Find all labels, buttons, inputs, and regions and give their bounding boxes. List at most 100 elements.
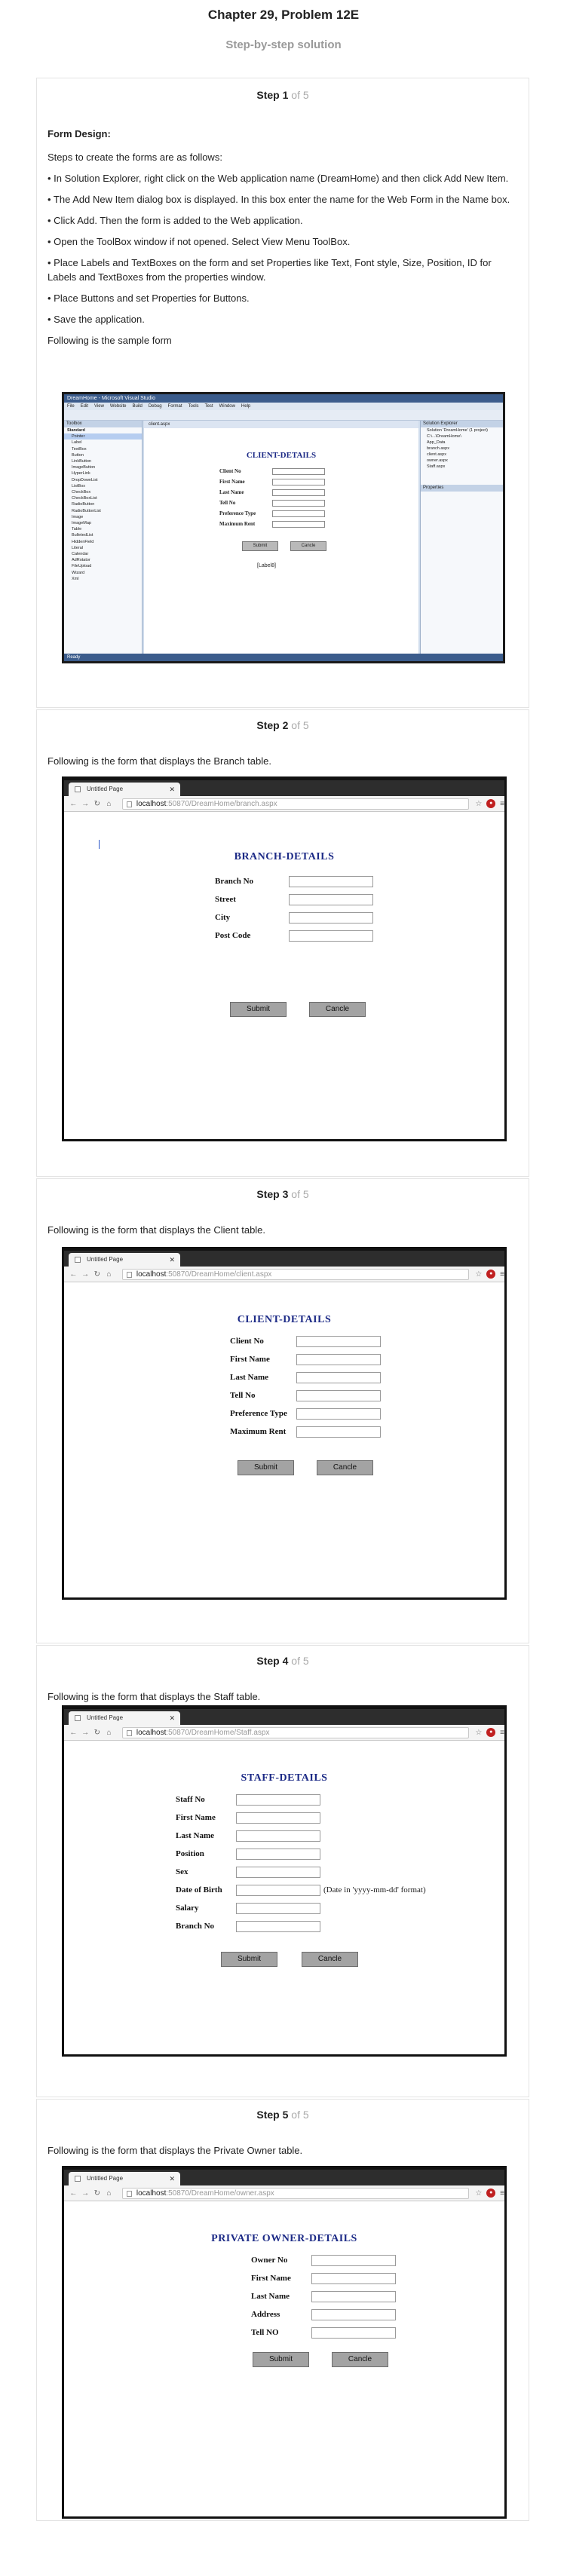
- browser-tab: Untitled Page ✕: [69, 1253, 180, 1267]
- vs-text-field: [272, 510, 325, 517]
- cancel-button: Cancle: [317, 1460, 373, 1475]
- form-fields: Branch No Street City Post Code: [215, 872, 373, 945]
- page-content: CLIENT-DETAILS Client No First Name Last N…: [64, 1282, 504, 1597]
- text-field: [311, 2254, 396, 2266]
- form-row: First Name: [251, 2269, 396, 2287]
- vs-designer: client.aspx CLIENT-DETAILS Client No Firs…: [144, 421, 418, 661]
- vs-menu-item: File: [67, 404, 75, 409]
- field-label: Position: [176, 1849, 204, 1858]
- text-field: [236, 1920, 320, 1932]
- reload-icon: ↻: [93, 1270, 100, 1279]
- field-label: Client No: [230, 1337, 264, 1346]
- text-field: [236, 1812, 320, 1824]
- page-content: STAFF-DETAILS Staff No First Name Last Nam…: [64, 1741, 504, 2054]
- instruction-item: • Save the application.: [48, 314, 145, 325]
- home-icon: ⌂: [106, 2189, 112, 2198]
- back-icon: ←: [69, 1270, 78, 1279]
- menu-icon: ≡: [500, 2189, 504, 2198]
- page-icon: [75, 786, 81, 792]
- star-icon: ☆: [475, 799, 483, 808]
- field-label: Date of Birth: [176, 1885, 222, 1894]
- star-icon: ☆: [475, 1728, 483, 1737]
- form-row: Date of Birth (Date in 'yyyy-mm-dd' forma…: [176, 1881, 426, 1899]
- toolbox-item: HiddenField: [72, 539, 94, 544]
- text-field: [311, 2290, 396, 2302]
- close-tab-icon: ✕: [169, 786, 175, 793]
- form-title: CLIENT-DETAILS: [237, 1314, 332, 1325]
- page-content: BRANCH-DETAILS Branch No Street City Post C…: [64, 812, 504, 1139]
- vs-form-row: Last Name: [219, 487, 418, 498]
- vs-text-field: [272, 499, 325, 507]
- toolbox-item: RadioButton: [72, 502, 95, 507]
- field-label: First Name: [176, 1813, 216, 1822]
- vs-text-field: [272, 489, 325, 496]
- address-bar: localhost:50870/DreamHome/client.aspx: [121, 1268, 470, 1280]
- instruction-intro: Steps to create the forms are as follows…: [48, 152, 222, 163]
- submit-button: Submit: [238, 1460, 294, 1475]
- toolbox-item: Button: [72, 452, 84, 458]
- address-bar: localhost:50870/DreamHome/Staff.aspx: [121, 1726, 470, 1738]
- text-field: [296, 1426, 381, 1438]
- page-icon: [75, 1257, 81, 1263]
- toolbox-group: Standard: [67, 428, 85, 433]
- toolbox-item: ListBox: [72, 483, 86, 489]
- home-icon: ⌂: [106, 1728, 112, 1737]
- vs-form-title: CLIENT-DETAILS: [246, 451, 317, 460]
- browser-toolbar: ← → ↻ ⌂ localhost:50870/DreamHome/Staff.asp…: [64, 1725, 504, 1741]
- vs-menu-item: Build: [132, 404, 143, 409]
- field-label: Sex: [176, 1867, 188, 1876]
- vs-field-label: First Name: [219, 479, 245, 485]
- browser-window-branch: Untitled Page ✕ ← → ↻ ⌂ localhost:50870/Drea…: [62, 776, 507, 1141]
- text-field: [236, 1830, 320, 1842]
- form-fields: Client No First Name Last Name Tell No Prefe…: [230, 1332, 381, 1441]
- instruction-item: • The Add New Item dialog box is display…: [48, 194, 510, 205]
- toolbox-item: CheckBox: [72, 490, 91, 495]
- form-row: Owner No: [251, 2251, 396, 2269]
- solution-item: App_Data: [427, 440, 446, 445]
- text-field: [236, 1902, 320, 1914]
- adblock-icon: ●: [486, 1728, 496, 1737]
- toolbox-item: Pointer: [64, 433, 142, 440]
- text-field: [289, 911, 373, 924]
- home-icon: ⌂: [106, 1270, 112, 1279]
- menu-icon: ≡: [500, 1728, 504, 1737]
- form-row: Maximum Rent: [230, 1423, 381, 1441]
- cancel-button: Cancle: [309, 1002, 366, 1017]
- instruction-item: • Place Buttons and set Properties for B…: [48, 293, 250, 304]
- vs-toolbox-panel: Toolbox Standard Pointer Label TextBox Butt…: [64, 421, 143, 661]
- solution-item: C:\...\DreamHome\: [427, 434, 461, 439]
- vs-menu-item: Edit: [80, 404, 89, 409]
- adblock-icon: ●: [486, 799, 496, 808]
- text-field: [311, 2308, 396, 2320]
- browser-toolbar: ← → ↻ ⌂ localhost:50870/DreamHome/owner.asp…: [64, 2185, 504, 2201]
- figure-caption: Following is the form that displays the …: [48, 1691, 261, 1702]
- submit-button: Submit: [230, 1002, 287, 1017]
- form-row: Last Name: [176, 1827, 426, 1845]
- forward-icon: →: [81, 2189, 90, 2198]
- solution-page: Chapter 29, Problem 12E Step-by-step sol…: [0, 0, 567, 2576]
- page-icon: [75, 1715, 81, 1721]
- form-title: STAFF-DETAILS: [241, 1772, 328, 1784]
- vs-form-row: Client No: [219, 466, 418, 476]
- vs-menu-item: Test: [204, 404, 213, 409]
- instruction-item: • In Solution Explorer, right click on t…: [48, 173, 509, 184]
- date-format-note: (Date in 'yyyy-mm-dd' format): [323, 1885, 426, 1894]
- solution-item: Staff.aspx: [427, 464, 446, 469]
- vs-field-label: Last Name: [219, 489, 244, 495]
- vs-form-table: Client No First Name Last Name Tell No Prefe…: [219, 466, 418, 529]
- forward-icon: →: [81, 799, 90, 808]
- form-row: Client No: [230, 1332, 381, 1350]
- toolbox-item: Wizard: [72, 570, 85, 575]
- text-field: [296, 1371, 381, 1383]
- form-row: Post Code: [215, 927, 373, 945]
- vs-field-label: Client No: [219, 468, 241, 474]
- vs-menu-item: View: [94, 404, 104, 409]
- vs-text-field: [272, 520, 325, 528]
- solution-item: client.aspx: [427, 452, 446, 457]
- reload-icon: ↻: [93, 799, 100, 808]
- vs-menu-item: Window: [219, 404, 235, 409]
- cancel-button: Cancle: [302, 1952, 358, 1967]
- field-label: Address: [251, 2310, 280, 2319]
- form-row: Last Name: [230, 1368, 381, 1386]
- field-label: Salary: [176, 1904, 199, 1913]
